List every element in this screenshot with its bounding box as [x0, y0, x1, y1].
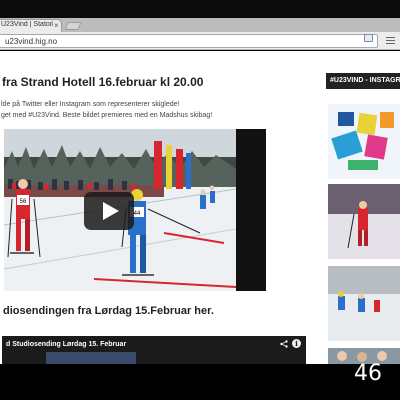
bib-44: 44 — [134, 211, 141, 217]
play-button[interactable] — [84, 192, 134, 230]
instagram-thumb-1[interactable] — [328, 104, 400, 179]
browser-tab[interactable]: U23Vind | Statoil NC, U2 × — [0, 19, 62, 32]
web-page: fra Strand Hotell 16.februar kl 20.00 ld… — [0, 51, 400, 364]
bib-56: 56 — [20, 199, 27, 205]
overlay-counter: 46 — [354, 361, 382, 386]
tab-title: U23Vind | Statoil NC, U2 — [1, 21, 53, 28]
tab-strip: U23Vind | Statoil NC, U2 × — [0, 18, 400, 32]
menu-icon[interactable] — [386, 37, 395, 45]
close-icon[interactable]: × — [54, 20, 59, 31]
instagram-thumb-3[interactable] — [328, 266, 400, 341]
embedded-video-player[interactable]: d Studiosending Lørdag 15. Februar i — [2, 336, 306, 364]
play-icon — [103, 202, 119, 220]
embedded-video-title: d Studiosending Lørdag 15. Februar — [6, 341, 127, 348]
url-text: u23vind.hig.no — [5, 37, 58, 46]
bottom-black-bar — [0, 364, 400, 400]
embedded-video-thumbnail — [46, 352, 136, 364]
screen: U23Vind | Statoil NC, U2 × u23vind.hig.n… — [0, 0, 400, 400]
thumb-3-image — [328, 266, 400, 341]
intro-line-1: lde på Twitter eller Instagram som repre… — [1, 101, 180, 108]
intro-line-2: get med #U23Vind. Beste bildet premieres… — [1, 112, 213, 119]
extension-icon[interactable] — [364, 34, 373, 42]
address-bar[interactable]: u23vind.hig.no — [0, 34, 378, 48]
video-player[interactable]: 56 44 — [4, 129, 266, 291]
thumb-2-image — [328, 184, 400, 259]
share-icon[interactable] — [280, 340, 288, 348]
window-top-bar — [0, 0, 400, 18]
info-icon[interactable]: i — [292, 339, 301, 348]
browser-toolbar: u23vind.hig.no — [0, 32, 400, 50]
instagram-thumb-2[interactable] — [328, 184, 400, 259]
studio-broadcast-heading: diosendingen fra Lørdag 15.Februar her. — [3, 305, 214, 317]
new-tab-icon[interactable] — [64, 22, 82, 30]
video-letterbox — [236, 129, 266, 291]
sidebar-heading: #U23VIND - INSTAGRAM — [326, 73, 400, 89]
thumb-1-image — [328, 104, 400, 179]
article-headline: fra Strand Hotell 16.februar kl 20.00 — [2, 75, 204, 89]
